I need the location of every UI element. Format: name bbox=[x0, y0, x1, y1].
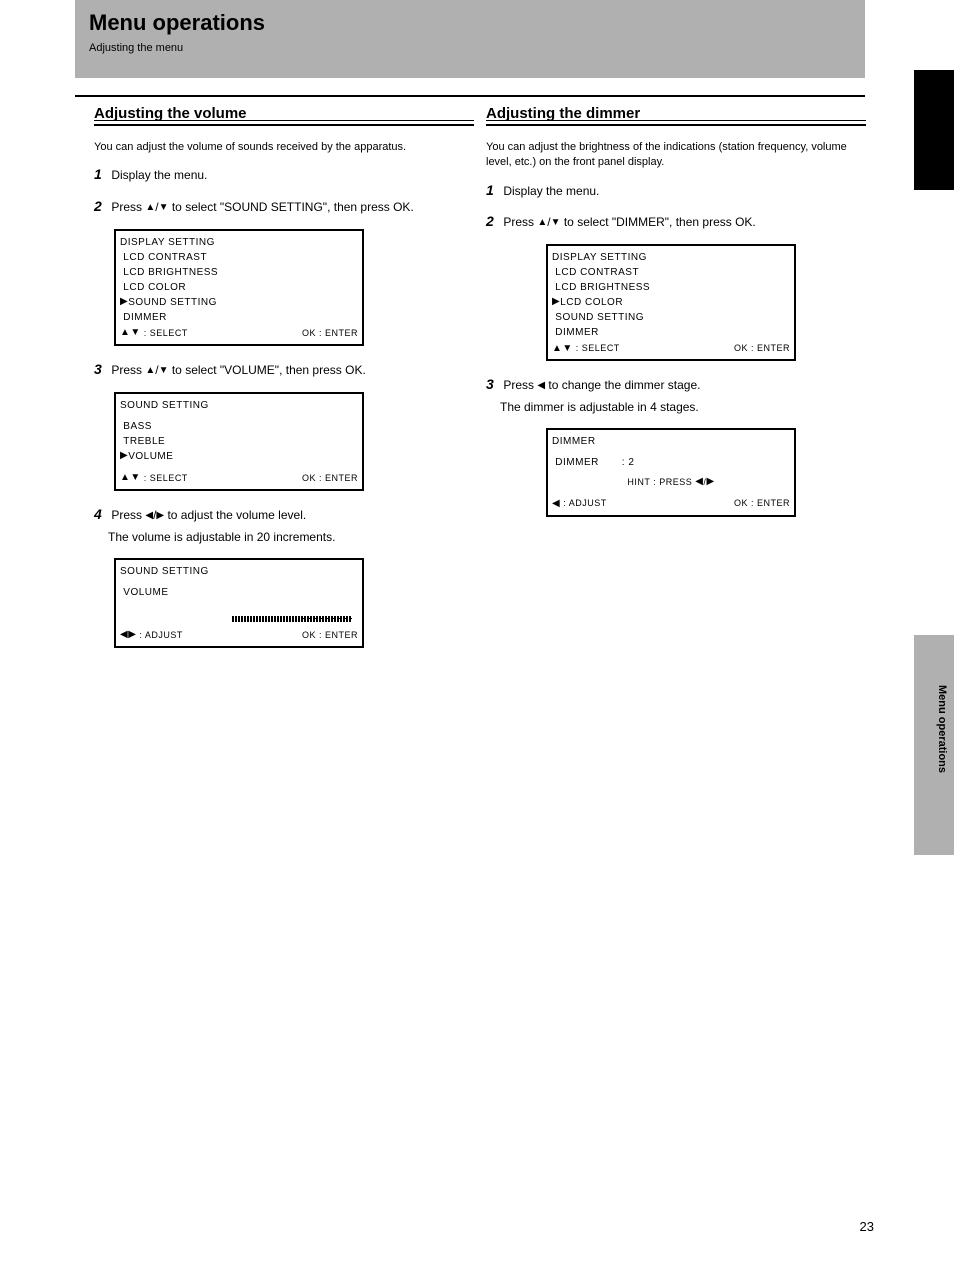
up-arrow-icon: ▲ bbox=[145, 366, 155, 376]
step-4: 4 Press ◀/▶ to adjust the volume level. … bbox=[94, 505, 474, 545]
box2-item-0: BASS bbox=[120, 419, 358, 434]
box2-item-2: ▶VOLUME bbox=[120, 449, 358, 464]
left-arrow-icon: ◀ bbox=[537, 381, 545, 391]
side-label: Menu operations bbox=[936, 685, 948, 773]
r-screen-box-2: DIMMER DIMMER : 2 HINT : PRESS ◀/▶ ◀ : A… bbox=[546, 428, 796, 517]
screen-box-2: SOUND SETTING BASS TREBLE ▶VOLUME ▲▼ : S… bbox=[114, 392, 364, 492]
box1-footer-left: ▲▼ : SELECT bbox=[120, 327, 188, 341]
box2-footer-right: OK : ENTER bbox=[302, 472, 358, 486]
rbox1-item-4: DIMMER bbox=[552, 325, 790, 340]
header-subtitle: Adjusting the menu bbox=[89, 42, 851, 54]
r-step-3-note: The dimmer is adjustable in 4 stages. bbox=[500, 399, 866, 416]
rbox1-footer-right: OK : ENTER bbox=[734, 342, 790, 356]
step-3-text-a: Press bbox=[111, 363, 145, 377]
box2-item-1: TREBLE bbox=[120, 434, 358, 449]
up-arrow-icon: ▲ bbox=[537, 218, 547, 228]
step-3: 3 Press ▲/▼ to select "VOLUME", then pre… bbox=[94, 360, 474, 380]
left-column: Adjusting the volume You can adjust the … bbox=[94, 105, 474, 662]
r-step-2-text-b: to select "DIMMER", then press OK. bbox=[561, 215, 756, 229]
r-screen-box-1: DISPLAY SETTING LCD CONTRAST LCD BRIGHTN… bbox=[546, 244, 796, 362]
box3-title: SOUND SETTING bbox=[120, 564, 358, 579]
cursor-icon: ▶ bbox=[552, 297, 560, 307]
cursor-icon: ▶ bbox=[120, 451, 128, 461]
rbox2-hint: HINT : PRESS ◀/▶ bbox=[552, 476, 790, 490]
right-heading: Adjusting the dimmer bbox=[486, 105, 866, 122]
down-arrow-icon: ▼ bbox=[159, 203, 169, 213]
step-3-text-b: to select "VOLUME", then press OK. bbox=[169, 363, 366, 377]
step-1-text: Display the menu. bbox=[111, 168, 207, 182]
volume-bar bbox=[120, 612, 358, 627]
right-column: Adjusting the dimmer You can adjust the … bbox=[486, 105, 866, 531]
box3-footer-right: OK : ENTER bbox=[302, 629, 358, 643]
step-4-text-a: Press bbox=[111, 508, 145, 522]
step-4-text-b: to adjust the volume level. bbox=[164, 508, 306, 522]
rbox2-title: DIMMER bbox=[552, 434, 790, 449]
box2-footer-left: ▲▼ : SELECT bbox=[120, 472, 188, 486]
section-heading-right: Adjusting the dimmer bbox=[486, 105, 866, 126]
rbox1-title: DISPLAY SETTING bbox=[552, 250, 790, 265]
sidebar-tab-gray bbox=[914, 635, 954, 855]
step-4-note: The volume is adjustable in 20 increment… bbox=[108, 529, 474, 546]
rbox2-footer-right: OK : ENTER bbox=[734, 497, 790, 511]
box1-item-0: LCD CONTRAST bbox=[120, 250, 358, 265]
r-step-3: 3 Press ◀ to change the dimmer stage. Th… bbox=[486, 375, 866, 415]
box3-sub: VOLUME bbox=[120, 585, 358, 600]
left-heading: Adjusting the volume bbox=[94, 105, 474, 122]
header-rule bbox=[75, 95, 865, 97]
down-arrow-icon: ▼ bbox=[551, 218, 561, 228]
step-1: 1 Display the menu. bbox=[94, 165, 474, 185]
up-arrow-icon: ▲ bbox=[145, 203, 155, 213]
page-number: 23 bbox=[860, 1219, 874, 1234]
screen-box-3: SOUND SETTING VOLUME ◀▶ : ADJUST OK : EN… bbox=[114, 558, 364, 649]
step-2-text-b: to select "SOUND SETTING", then press OK… bbox=[169, 200, 414, 214]
box1-item-1: LCD BRIGHTNESS bbox=[120, 265, 358, 280]
cursor-icon: ▶ bbox=[120, 297, 128, 307]
r-step-2-text-a: Press bbox=[503, 215, 537, 229]
rbox2-footer-left: ◀ : ADJUST bbox=[552, 497, 607, 511]
r-step-1-text: Display the menu. bbox=[503, 184, 599, 198]
step-2: 2 Press ▲/▼ to select "SOUND SETTING", t… bbox=[94, 197, 474, 217]
rbox2-line1: DIMMER : 2 bbox=[552, 455, 790, 470]
rbox1-item-0: LCD CONTRAST bbox=[552, 265, 790, 280]
sidebar-tab-black bbox=[914, 70, 954, 190]
r-step-1: 1 Display the menu. bbox=[486, 181, 866, 201]
r-step-2: 2 Press ▲/▼ to select "DIMMER", then pre… bbox=[486, 212, 866, 232]
right-arrow-icon: ▶ bbox=[156, 511, 164, 521]
page-header: Menu operations Adjusting the menu bbox=[75, 0, 865, 78]
screen-box-1: DISPLAY SETTING LCD CONTRAST LCD BRIGHTN… bbox=[114, 229, 364, 347]
r-step-3-text-a: Press bbox=[503, 378, 537, 392]
box1-title: DISPLAY SETTING bbox=[120, 235, 358, 250]
down-arrow-icon: ▼ bbox=[159, 366, 169, 376]
rbox1-item-3: SOUND SETTING bbox=[552, 310, 790, 325]
header-title: Menu operations bbox=[89, 10, 851, 36]
box2-title: SOUND SETTING bbox=[120, 398, 358, 413]
box1-footer-right: OK : ENTER bbox=[302, 327, 358, 341]
section-heading-left: Adjusting the volume bbox=[94, 105, 474, 126]
left-subtitle: You can adjust the volume of sounds rece… bbox=[94, 140, 474, 155]
box3-footer-left: ◀▶ : ADJUST bbox=[120, 629, 183, 643]
rbox1-item-1: LCD BRIGHTNESS bbox=[552, 280, 790, 295]
box1-item-3: ▶SOUND SETTING bbox=[120, 295, 358, 310]
box1-item-4: DIMMER bbox=[120, 310, 358, 325]
right-subtitle: You can adjust the brightness of the ind… bbox=[486, 140, 866, 171]
box1-item-2: LCD COLOR bbox=[120, 280, 358, 295]
rbox1-item-2: ▶LCD COLOR bbox=[552, 295, 790, 310]
rbox1-footer-left: ▲▼ : SELECT bbox=[552, 342, 620, 356]
left-arrow-icon: ◀ bbox=[145, 511, 153, 521]
r-step-3-text-b: to change the dimmer stage. bbox=[545, 378, 700, 392]
step-2-text-a: Press bbox=[111, 200, 145, 214]
